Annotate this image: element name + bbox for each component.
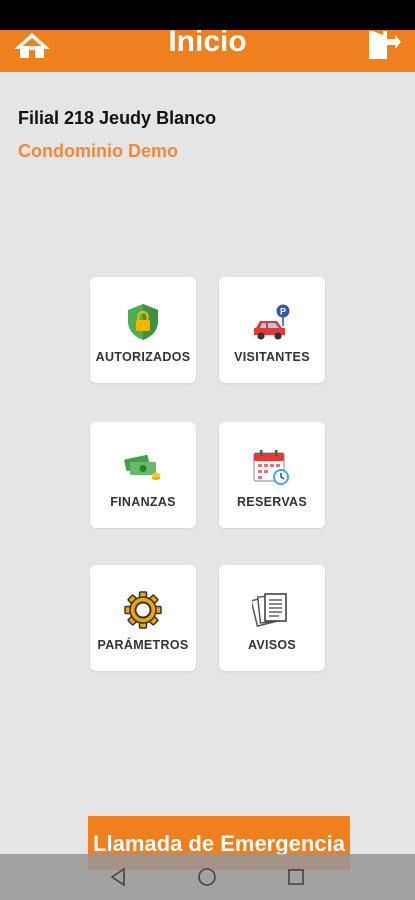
menu-label: AVISOS xyxy=(247,638,297,652)
documents-icon xyxy=(252,593,287,627)
menu-label: RESERVAS xyxy=(236,495,307,509)
menu-label: PARÁMETROS xyxy=(97,638,189,652)
page-title: Inicio xyxy=(168,30,247,58)
money-icon xyxy=(124,454,161,480)
menu-tile-avisos[interactable]: AVISOS xyxy=(219,565,325,671)
shield-check-icon xyxy=(128,304,158,340)
menu-tile-parametros[interactable]: PARÁMETROS xyxy=(90,565,196,671)
filial-name: Filial 218 Jeudy Blanco xyxy=(18,108,217,128)
menu-label: FINANZAS xyxy=(110,495,176,509)
recents-icon[interactable] xyxy=(286,867,306,887)
menu-tile-visitantes[interactable]: P VISITANTES xyxy=(219,277,325,383)
back-icon[interactable] xyxy=(108,867,128,887)
app-bar: Inicio xyxy=(0,30,415,72)
menu-label: VISITANTES xyxy=(234,350,310,364)
menu-label: AUTORIZADOS xyxy=(95,350,191,364)
condominio-name: Condominio Demo xyxy=(18,141,178,161)
home-circle-icon[interactable] xyxy=(197,867,217,887)
gear-icon xyxy=(124,591,162,629)
menu-tile-autorizados[interactable]: AUTORIZADOS xyxy=(90,277,196,383)
car-parking-icon: P xyxy=(254,304,290,340)
status-bar xyxy=(0,0,415,30)
logout-door-icon[interactable] xyxy=(365,31,401,59)
system-navigation-bar xyxy=(0,854,415,900)
svg-text:P: P xyxy=(280,307,286,317)
calendar-clock-icon xyxy=(253,450,289,485)
menu-tile-finanzas[interactable]: FINANZAS xyxy=(90,422,196,528)
menu-tile-reservas[interactable]: RESERVAS xyxy=(219,422,325,528)
